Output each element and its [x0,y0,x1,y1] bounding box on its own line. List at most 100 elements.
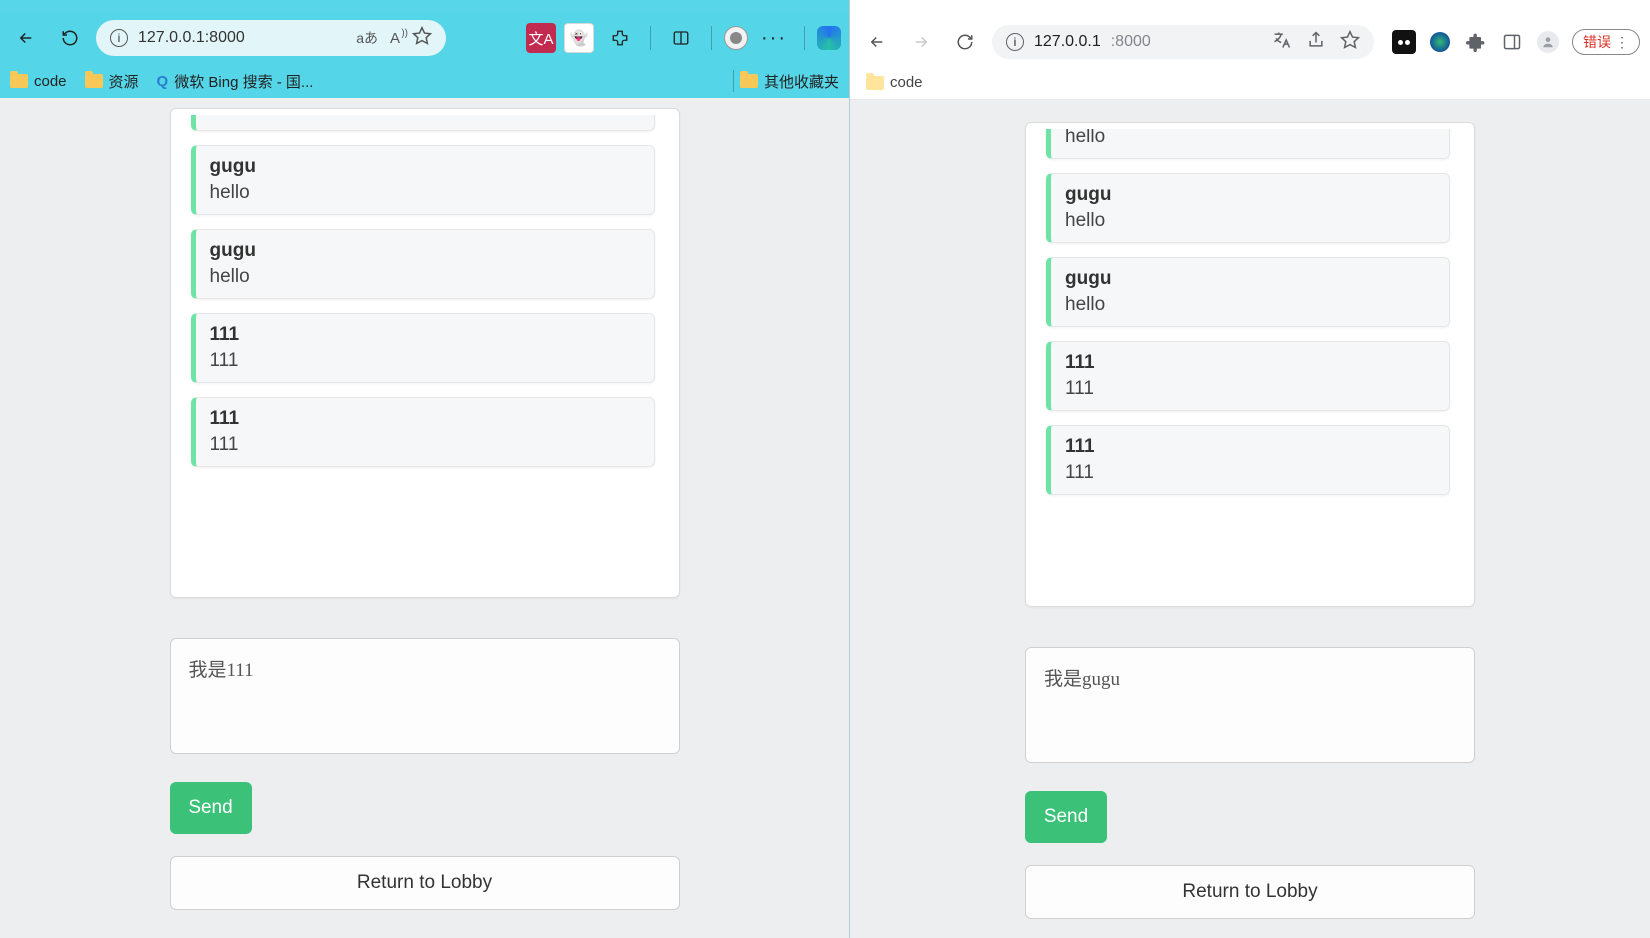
message-user: gugu [210,240,640,262]
chat-message: 111 111 [1046,341,1450,411]
toolbar-separator [711,26,712,50]
bookmark-bing[interactable]: Q 微软 Bing 搜索 - 国... [157,71,314,92]
return-lobby-button[interactable]: Return to Lobby [1025,865,1475,919]
url-text: 127.0.0.1:8000 [138,29,245,47]
more-menu-icon[interactable]: ··· [756,20,792,56]
translate-icon[interactable] [1272,30,1292,55]
send-button[interactable]: Send [170,782,252,834]
more-menu-icon[interactable]: ⋮ [1615,34,1629,51]
return-lobby-button[interactable]: Return to Lobby [170,856,680,910]
share-icon[interactable] [1306,30,1326,55]
chat-message: hello [1046,129,1450,159]
extensions-menu-icon[interactable] [1464,30,1488,54]
bookmark-star-icon[interactable] [1340,30,1360,55]
bookmarks-bar: code 资源 Q 微软 Bing 搜索 - 国... 其他收藏夹 [0,64,849,98]
forward-button[interactable] [904,25,938,59]
message-user: gugu [1065,184,1435,206]
chat-message: gugu hello [1046,173,1450,243]
bookmark-folder-code[interactable]: code [10,73,67,90]
page-content: hello gugu hello gugu hello 111 111 [850,100,1650,938]
chat-scroll-area[interactable]: hello gugu hello gugu hello 111 111 [1036,129,1454,600]
bookmark-label: 其他收藏夹 [764,71,839,92]
error-label: 错误 [1583,32,1611,52]
message-user: 111 [1065,352,1435,374]
back-button[interactable] [860,25,894,59]
back-button[interactable] [8,20,44,56]
message-text: hello [1065,210,1435,232]
message-text: hello [1065,129,1435,148]
favorite-star-icon[interactable] [412,26,432,51]
sidepanel-icon[interactable] [1500,30,1524,54]
chat-scroll-area[interactable]: hello gugu hello gugu hello 111 111 [181,115,659,591]
site-info-icon[interactable]: i [1006,33,1024,51]
message-text: 111 [1065,378,1435,400]
extension-icon-a[interactable] [1392,30,1416,54]
search-icon: Q [157,73,169,90]
chat-message: gugu hello [191,145,655,215]
folder-icon [85,74,103,88]
bookmark-folder-resources[interactable]: 资源 [85,71,139,92]
message-user: gugu [210,156,640,178]
chat-message: gugu hello [191,229,655,299]
folder-icon [740,74,758,88]
copilot-icon[interactable] [817,26,841,50]
extension-icon-1[interactable]: 文A [526,23,556,53]
extensions-menu-icon[interactable] [602,20,638,56]
chat-message: 111 111 [191,397,655,467]
bookmark-folder-other[interactable]: 其他收藏夹 [740,71,839,92]
bookmark-separator [733,70,734,92]
url-port: :8000 [1111,33,1151,51]
edge-tab-strip [0,0,849,12]
message-text: 111 [1065,462,1435,484]
compose-input[interactable] [1025,647,1475,763]
message-text: hello [210,266,640,288]
chat-message: 111 111 [191,313,655,383]
bookmark-label: code [890,74,923,91]
refresh-button[interactable] [948,25,982,59]
message-user: gugu [1065,268,1435,290]
chat-message: gugu hello [1046,257,1450,327]
message-user: 111 [210,408,640,430]
chat-message: hello [191,115,655,131]
folder-icon [10,74,28,88]
extension-icon-2[interactable]: 👻 [564,23,594,53]
chrome-toolbar: i 127.0.0.1 :8000 [850,18,1650,66]
message-text: 111 [210,434,640,456]
folder-icon [866,76,884,90]
bookmark-label: code [34,73,67,90]
compose-input[interactable] [170,638,680,754]
site-info-icon[interactable]: i [110,29,128,47]
message-user: 111 [210,324,640,346]
profile-avatar[interactable] [1536,30,1560,54]
refresh-button[interactable] [52,20,88,56]
edge-toolbar: i 127.0.0.1:8000 aあ A)) 文A 👻 [0,12,849,64]
message-text: hello [210,115,640,120]
address-bar[interactable]: i 127.0.0.1:8000 aあ A)) [96,20,446,56]
split-screen-icon[interactable] [663,20,699,56]
bookmarks-bar: code [850,66,1650,100]
bookmark-folder-code[interactable]: code [866,74,923,91]
message-text: 111 [210,350,640,372]
message-text: hello [1065,294,1435,316]
send-button[interactable]: Send [1025,791,1107,843]
read-aloud-icon[interactable]: A)) [390,30,400,47]
bookmark-label: 微软 Bing 搜索 - 国... [174,71,313,92]
toolbar-separator [650,26,651,50]
edge-window: i 127.0.0.1:8000 aあ A)) 文A 👻 [0,0,850,938]
page-content: hello gugu hello gugu hello 111 111 [0,98,849,938]
chrome-window: i 127.0.0.1 :8000 [850,0,1650,938]
profile-avatar[interactable] [724,26,748,50]
chat-message: 111 111 [1046,425,1450,495]
message-text: hello [210,182,640,204]
address-bar[interactable]: i 127.0.0.1 :8000 [992,25,1374,59]
bookmark-label: 资源 [109,71,139,92]
chat-messages-panel: hello gugu hello gugu hello 111 111 [170,108,680,598]
toolbar-separator [804,26,805,50]
url-host: 127.0.0.1 [1034,33,1101,51]
extension-icon-b[interactable] [1428,30,1452,54]
error-indicator[interactable]: 错误 ⋮ [1572,29,1640,55]
chrome-tab-strip [850,0,1650,18]
chat-messages-panel: hello gugu hello gugu hello 111 111 [1025,122,1475,607]
translate-indicator[interactable]: aあ [356,28,378,48]
message-user: 111 [1065,436,1435,458]
